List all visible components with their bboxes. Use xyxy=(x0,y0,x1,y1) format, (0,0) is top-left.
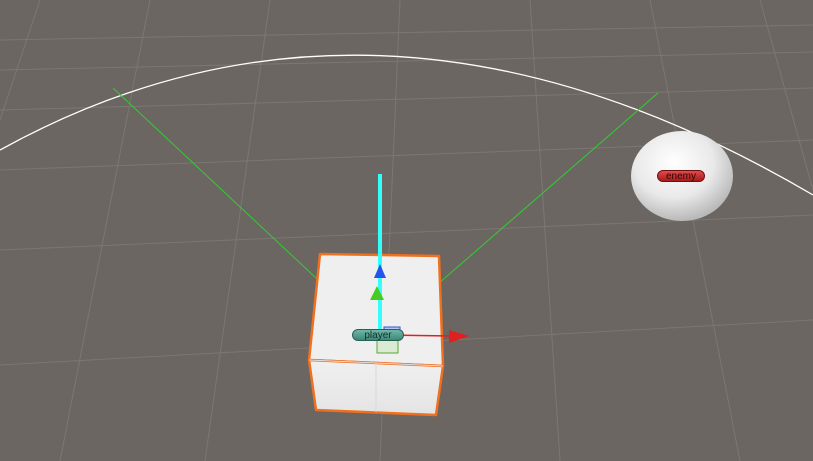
player-cube-top-face[interactable] xyxy=(307,252,445,368)
enemy-label[interactable]: enemy xyxy=(657,170,705,182)
scene-canvas[interactable] xyxy=(0,0,813,461)
gizmo-x-arrow-icon[interactable] xyxy=(449,330,469,343)
player-label[interactable]: player xyxy=(352,329,404,341)
scene-viewport[interactable]: player enemy xyxy=(0,0,813,461)
